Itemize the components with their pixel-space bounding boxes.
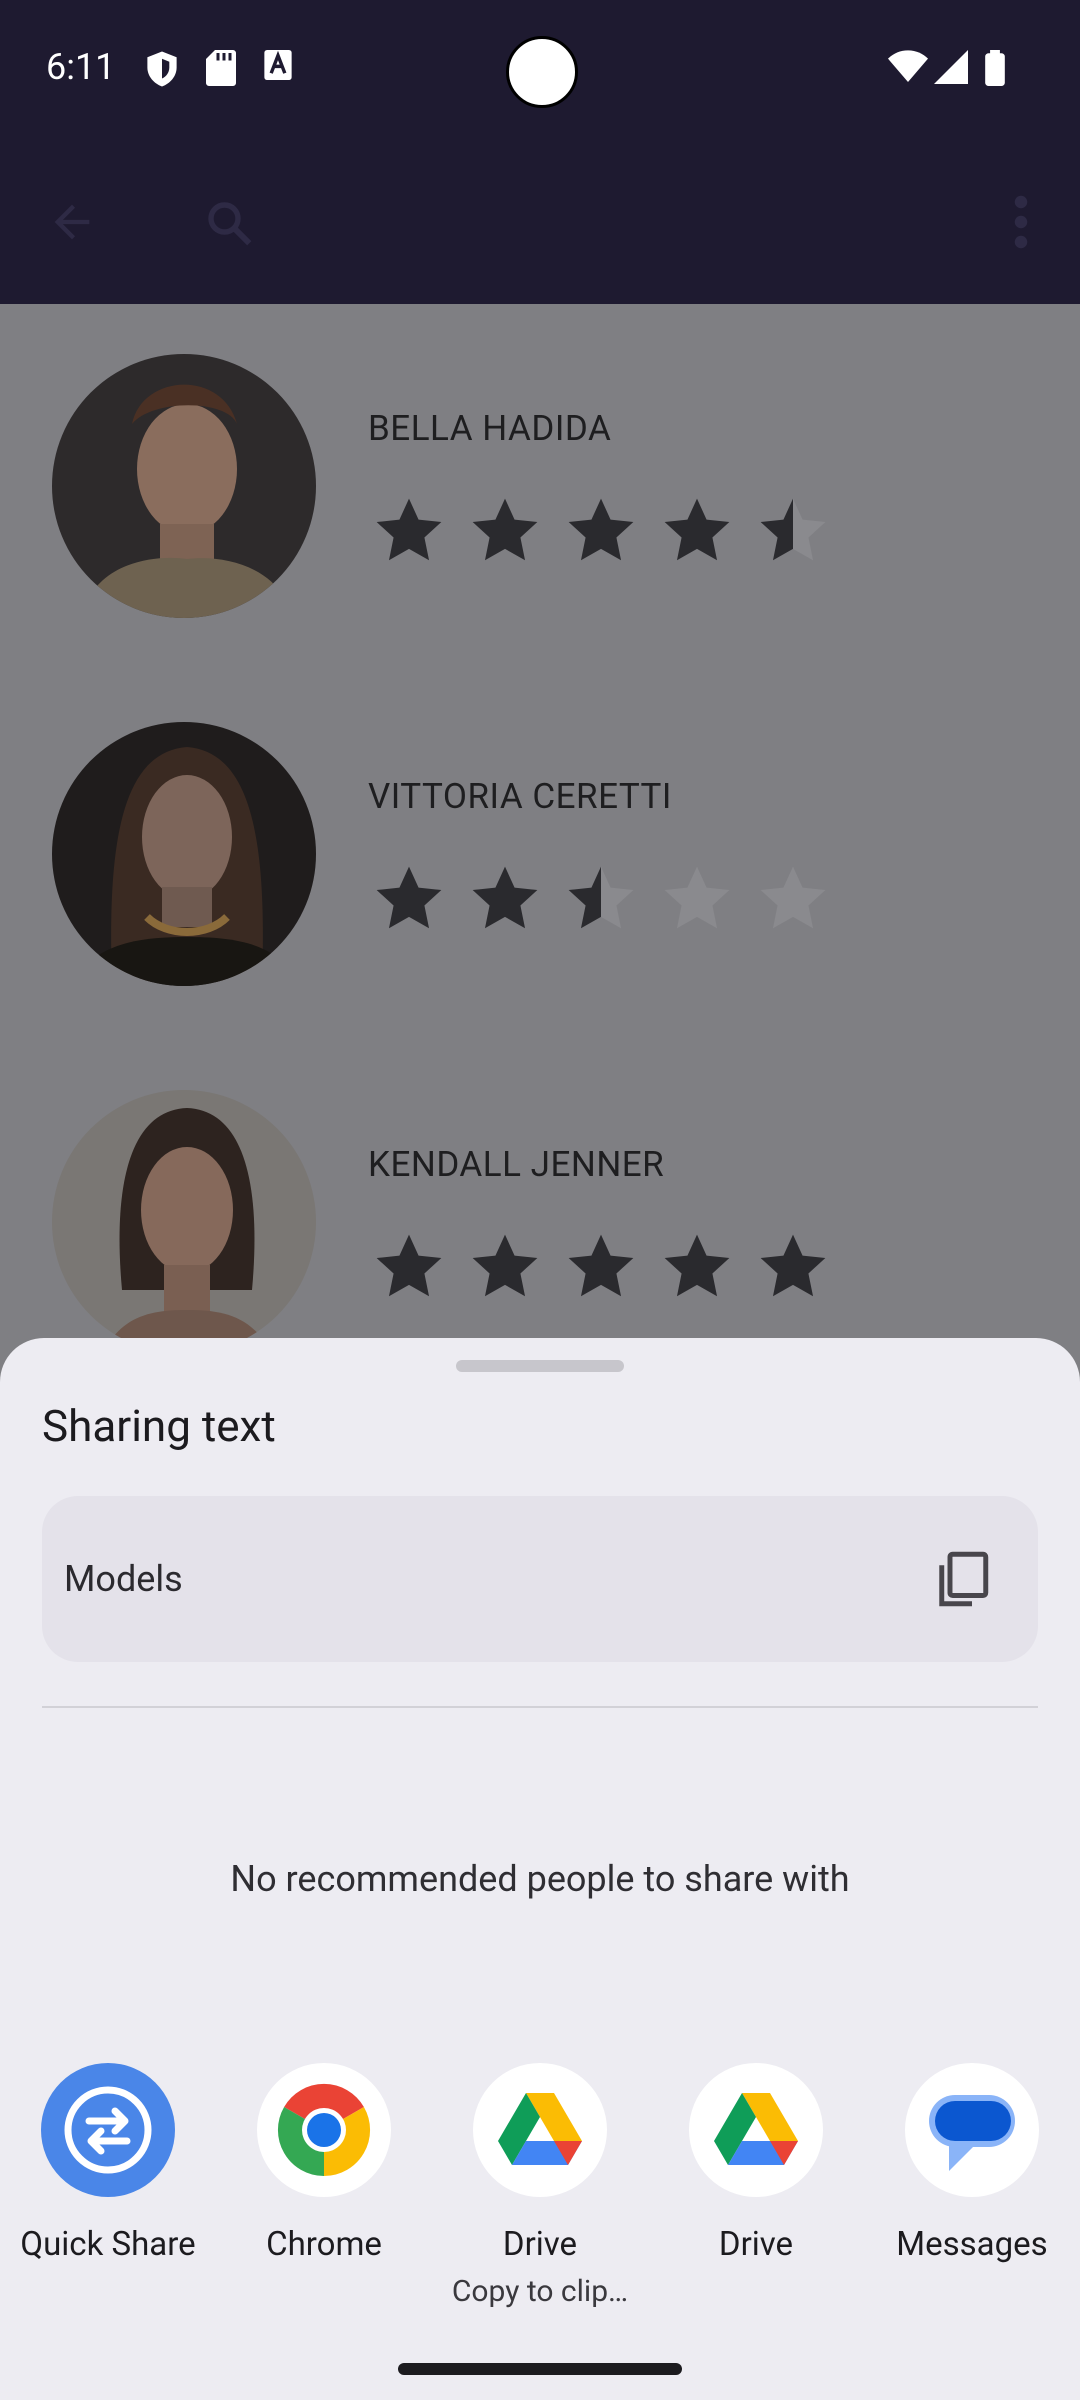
search-icon[interactable] [202,196,256,250]
star-full-icon [664,498,730,561]
messages-icon [905,2063,1039,2197]
star-full-icon [472,866,538,929]
star-full-icon [376,1234,442,1297]
chrome-icon [257,2063,391,2197]
text-a-icon [264,50,292,80]
screen: 6:11 BELLA HADIDA VITTORIA CERETTI KENDA… [0,0,1080,2400]
share-targets: Quick Share Chrome Drive Copy to clip… D… [0,2063,1080,2309]
rating-bar[interactable] [372,1230,830,1304]
status-time: 6:11 [46,46,116,88]
model-name: KENDALL JENNER [368,1144,665,1185]
share-target-quick-share[interactable]: Quick Share [0,2063,216,2264]
app-label: Chrome [266,2225,382,2264]
camera-cutout [506,36,578,108]
share-sheet: Sharing text Models No recommended peopl… [0,1338,1080,2400]
app-sublabel: Copy to clip… [451,2274,629,2309]
shared-text-preview: Models [42,1496,1038,1662]
avatar [52,722,316,986]
star-full-icon [760,1234,826,1297]
rating-bar[interactable] [372,862,830,936]
share-target-drive[interactable]: Drive [648,2063,864,2264]
divider [42,1706,1038,1708]
drag-handle[interactable] [456,1360,624,1372]
star-full-icon [472,498,538,561]
star-full-icon [568,498,634,561]
signal-icon [934,50,968,84]
list-item[interactable]: VITTORIA CERETTI [0,722,1080,1022]
models-list: BELLA HADIDA VITTORIA CERETTI KENDALL JE… [0,304,1080,1354]
drive-icon [473,2063,607,2197]
share-target-chrome[interactable]: Chrome [216,2063,432,2264]
share-target-drive-copy[interactable]: Drive Copy to clip… [432,2063,648,2309]
shared-text: Models [64,1558,183,1600]
star-full-icon [376,498,442,561]
star-empty-icon [760,866,826,929]
app-label: Messages [896,2225,1048,2264]
sheet-title: Sharing text [42,1400,276,1452]
star-half-icon [760,498,826,561]
app-label: Drive [718,2225,794,2264]
vpn-shield-icon [147,51,177,87]
model-name: VITTORIA CERETTI [368,776,672,817]
top-bar: 6:11 [0,0,1080,304]
app-label: Drive [502,2225,578,2264]
star-half-icon [568,866,634,929]
rating-bar[interactable] [372,494,830,568]
avatar [52,1090,316,1354]
quick-share-icon [41,2063,175,2197]
more-vert-icon[interactable] [1006,192,1036,252]
share-target-messages[interactable]: Messages [864,2063,1080,2264]
app-label: Quick Share [20,2225,196,2264]
star-full-icon [472,1234,538,1297]
star-full-icon [664,1234,730,1297]
no-recommended-people: No recommended people to share with [230,1858,850,1900]
back-arrow-icon[interactable] [46,196,98,248]
star-full-icon [376,866,442,929]
battery-icon [985,50,1005,86]
model-name: BELLA HADIDA [368,408,612,449]
star-full-icon [568,1234,634,1297]
drive-icon [689,2063,823,2197]
wifi-icon [888,50,928,82]
list-item[interactable]: BELLA HADIDA [0,354,1080,654]
avatar [52,354,316,618]
sd-card-icon [206,50,236,86]
star-empty-icon [664,866,730,929]
copy-icon[interactable] [928,1546,994,1612]
gesture-nav-bar[interactable] [398,2363,682,2375]
